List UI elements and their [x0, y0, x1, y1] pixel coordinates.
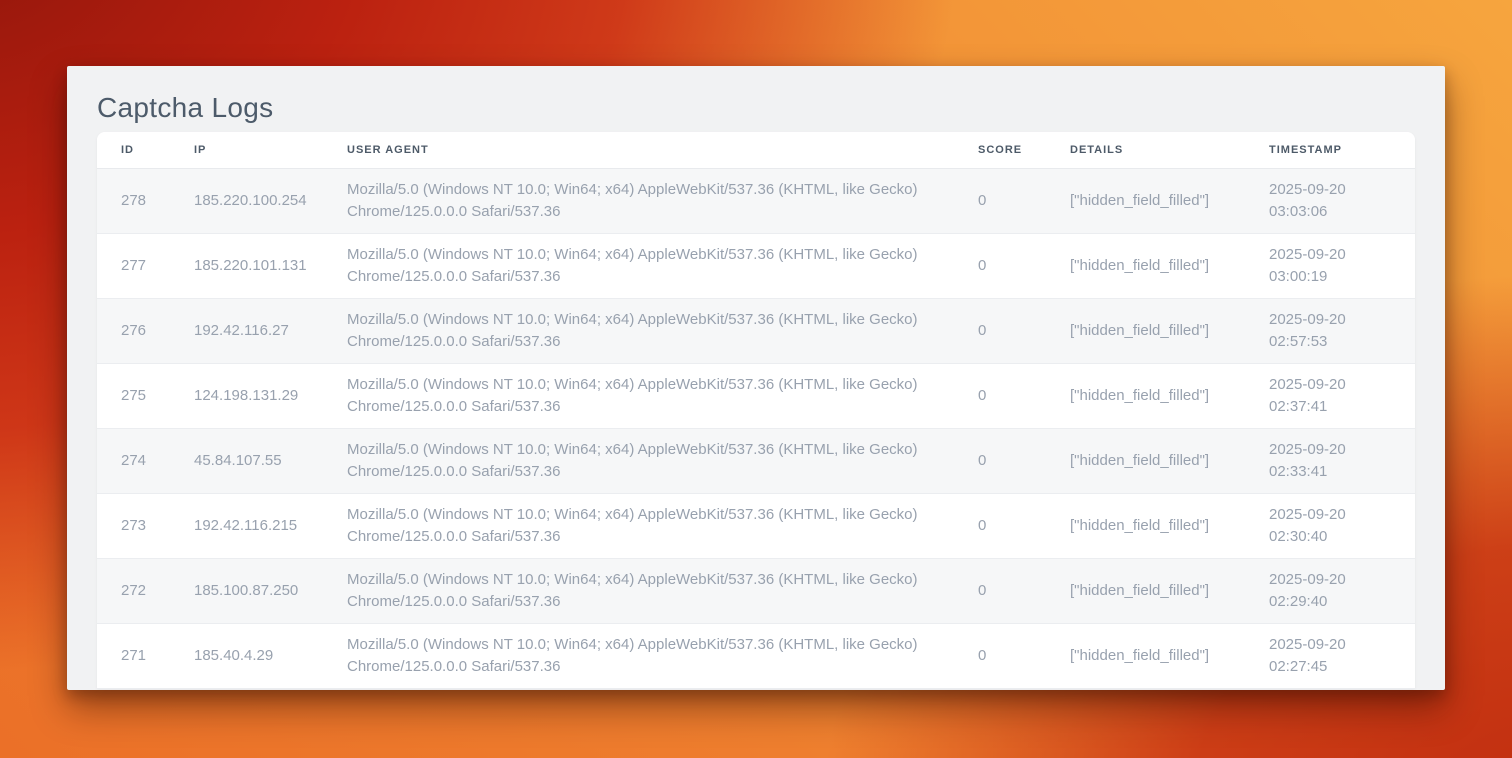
- cell-timestamp: 2025-09-20 02:33:41: [1245, 428, 1415, 493]
- cell-timestamp: 2025-09-20 03:03:06: [1245, 168, 1415, 233]
- table-row: 272 185.100.87.250 Mozilla/5.0 (Windows …: [97, 558, 1415, 623]
- cell-id: 275: [97, 363, 170, 428]
- cell-ip: 192.42.116.27: [170, 298, 323, 363]
- cell-score: 0: [954, 623, 1046, 688]
- table-row: 275 124.198.131.29 Mozilla/5.0 (Windows …: [97, 363, 1415, 428]
- cell-ip: 185.220.101.131: [170, 233, 323, 298]
- cell-timestamp: 2025-09-20 02:27:45: [1245, 623, 1415, 688]
- cell-details: ["hidden_field_filled"]: [1046, 298, 1245, 363]
- cell-id: 271: [97, 623, 170, 688]
- cell-user-agent: Mozilla/5.0 (Windows NT 10.0; Win64; x64…: [323, 363, 954, 428]
- cell-details: ["hidden_field_filled"]: [1046, 558, 1245, 623]
- table-row: 273 192.42.116.215 Mozilla/5.0 (Windows …: [97, 493, 1415, 558]
- table-row: 277 185.220.101.131 Mozilla/5.0 (Windows…: [97, 233, 1415, 298]
- cell-details: ["hidden_field_filled"]: [1046, 623, 1245, 688]
- cell-user-agent: Mozilla/5.0 (Windows NT 10.0; Win64; x64…: [323, 168, 954, 233]
- cell-user-agent: Mozilla/5.0 (Windows NT 10.0; Win64; x64…: [323, 493, 954, 558]
- cell-user-agent: Mozilla/5.0 (Windows NT 10.0; Win64; x64…: [323, 623, 954, 688]
- cell-details: ["hidden_field_filled"]: [1046, 493, 1245, 558]
- cell-timestamp: 2025-09-20 02:37:41: [1245, 363, 1415, 428]
- column-header-user-agent: USER AGENT: [323, 132, 954, 168]
- cell-user-agent: Mozilla/5.0 (Windows NT 10.0; Win64; x64…: [323, 428, 954, 493]
- cell-details: ["hidden_field_filled"]: [1046, 233, 1245, 298]
- cell-timestamp: 2025-09-20 03:00:19: [1245, 233, 1415, 298]
- cell-id: 272: [97, 558, 170, 623]
- cell-score: 0: [954, 168, 1046, 233]
- table-row: 274 45.84.107.55 Mozilla/5.0 (Windows NT…: [97, 428, 1415, 493]
- cell-ip: 124.198.131.29: [170, 363, 323, 428]
- cell-ip: 185.100.87.250: [170, 558, 323, 623]
- cell-score: 0: [954, 363, 1046, 428]
- cell-score: 0: [954, 298, 1046, 363]
- table-row: 276 192.42.116.27 Mozilla/5.0 (Windows N…: [97, 298, 1415, 363]
- cell-id: 278: [97, 168, 170, 233]
- cell-user-agent: Mozilla/5.0 (Windows NT 10.0; Win64; x64…: [323, 298, 954, 363]
- cell-ip: 45.84.107.55: [170, 428, 323, 493]
- cell-details: ["hidden_field_filled"]: [1046, 428, 1245, 493]
- cell-score: 0: [954, 493, 1046, 558]
- captcha-logs-card: Captcha Logs ID IP USER AGENT SCORE DETA…: [67, 66, 1445, 690]
- table-row: 271 185.40.4.29 Mozilla/5.0 (Windows NT …: [97, 623, 1415, 688]
- cell-ip: 185.40.4.29: [170, 623, 323, 688]
- cell-user-agent: Mozilla/5.0 (Windows NT 10.0; Win64; x64…: [323, 558, 954, 623]
- column-header-id: ID: [97, 132, 170, 168]
- cell-score: 0: [954, 428, 1046, 493]
- cell-timestamp: 2025-09-20 02:57:53: [1245, 298, 1415, 363]
- cell-timestamp: 2025-09-20 02:30:40: [1245, 493, 1415, 558]
- cell-details: ["hidden_field_filled"]: [1046, 363, 1245, 428]
- cell-id: 277: [97, 233, 170, 298]
- column-header-timestamp: TIMESTAMP: [1245, 132, 1415, 168]
- cell-id: 274: [97, 428, 170, 493]
- column-header-details: DETAILS: [1046, 132, 1245, 168]
- cell-score: 0: [954, 233, 1046, 298]
- column-header-score: SCORE: [954, 132, 1046, 168]
- cell-ip: 192.42.116.215: [170, 493, 323, 558]
- cell-score: 0: [954, 558, 1046, 623]
- cell-timestamp: 2025-09-20 02:29:40: [1245, 558, 1415, 623]
- cell-id: 273: [97, 493, 170, 558]
- table-header: ID IP USER AGENT SCORE DETAILS TIMESTAMP: [97, 132, 1415, 168]
- cell-details: ["hidden_field_filled"]: [1046, 168, 1245, 233]
- captcha-logs-table: ID IP USER AGENT SCORE DETAILS TIMESTAMP…: [97, 132, 1415, 689]
- cell-ip: 185.220.100.254: [170, 168, 323, 233]
- page-title: Captcha Logs: [97, 84, 1415, 132]
- column-header-ip: IP: [170, 132, 323, 168]
- table-row: 278 185.220.100.254 Mozilla/5.0 (Windows…: [97, 168, 1415, 233]
- cell-id: 276: [97, 298, 170, 363]
- cell-user-agent: Mozilla/5.0 (Windows NT 10.0; Win64; x64…: [323, 233, 954, 298]
